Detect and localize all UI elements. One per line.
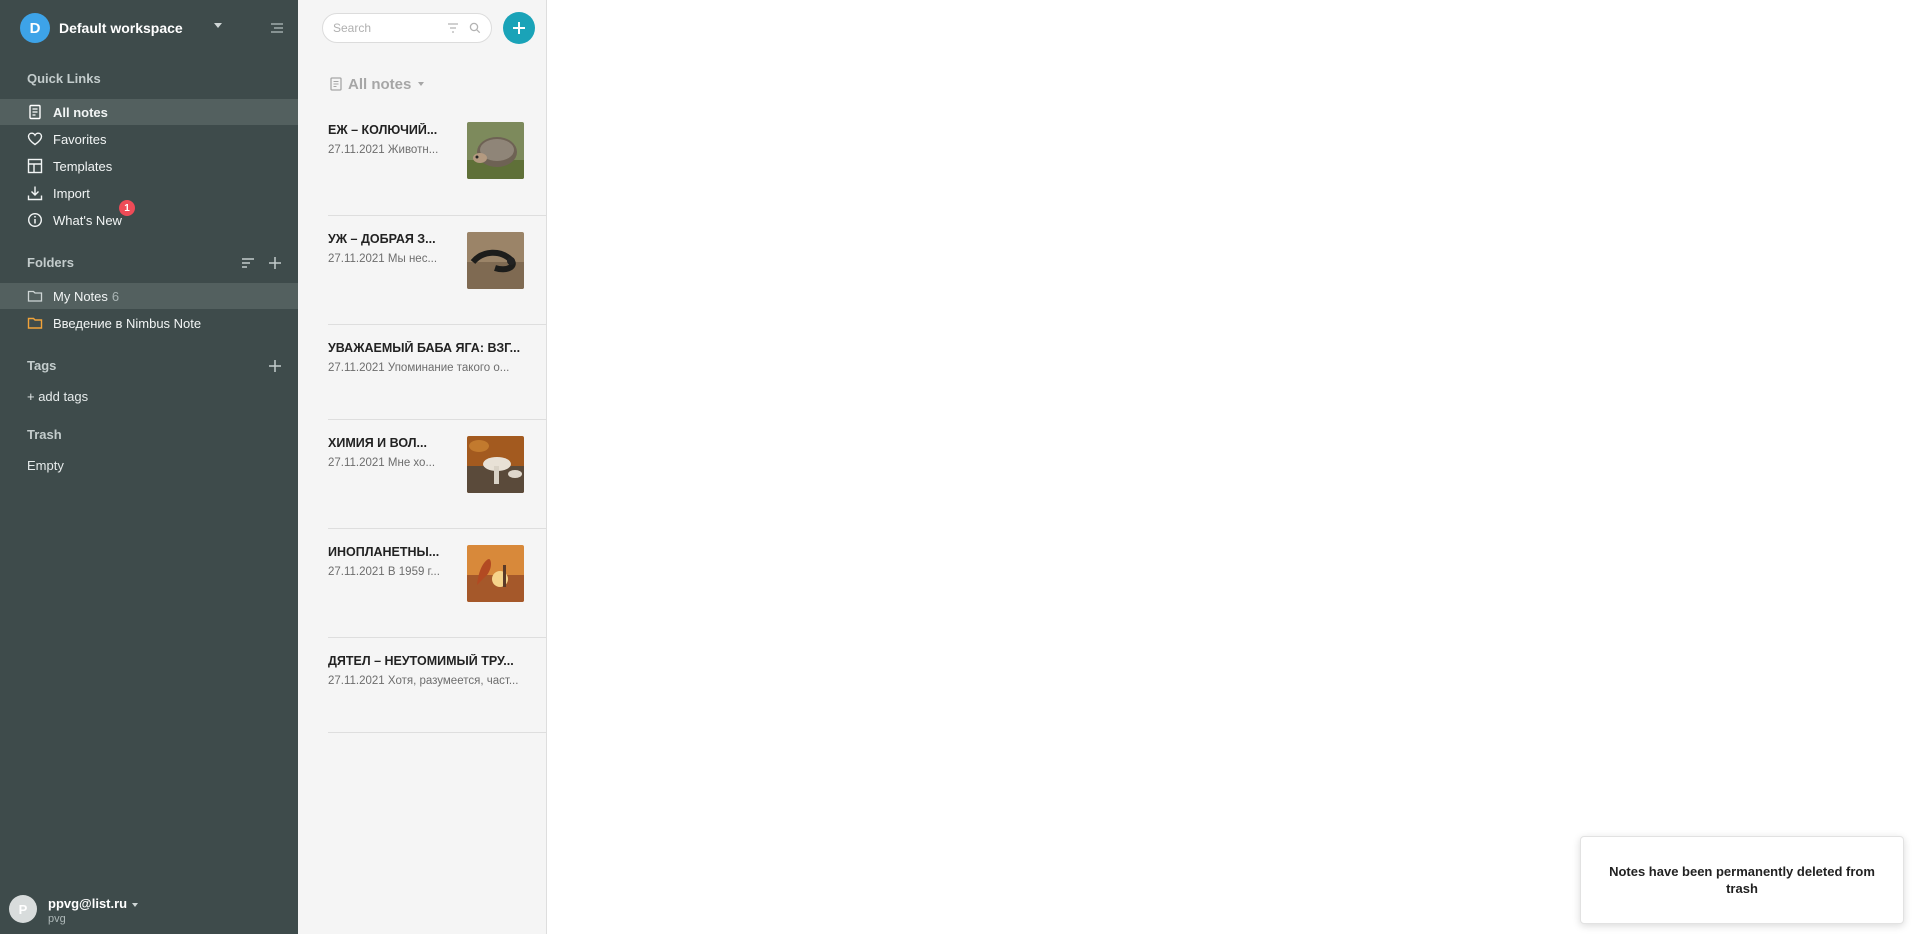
search-box[interactable]: [322, 13, 492, 43]
chevron-down-icon: [214, 23, 222, 28]
heart-icon: [27, 132, 43, 146]
note-title: ДЯТЕЛ – НЕУТОМИМЫЙ ТРУ...: [328, 654, 514, 668]
notes-list-pane: All notes ЕЖ – КОЛЮЧИЙ... 27.11.2021 Жив…: [298, 0, 547, 934]
folder-label: My Notes 6: [53, 289, 120, 304]
search-input[interactable]: [331, 20, 445, 36]
user-account-menu[interactable]: P ppvg@list.ru pvg: [9, 895, 269, 929]
folder-item-nimbus-intro[interactable]: Введение в Nimbus Note: [0, 310, 298, 336]
sidebar: D Default workspace Quick Links All note…: [0, 0, 298, 934]
nav-all-notes[interactable]: All notes: [0, 99, 298, 125]
note-meta: 27.11.2021 Хотя, разумеется, част...: [328, 675, 519, 687]
user-email: ppvg@list.ru: [48, 896, 128, 911]
search-icon[interactable]: [469, 22, 481, 34]
note-item[interactable]: ХИМИЯ И ВОЛ... 27.11.2021 Мне хо...: [328, 436, 546, 529]
chevron-down-icon: [418, 82, 425, 86]
note-title: ХИМИЯ И ВОЛ...: [328, 436, 427, 450]
nav-favorites[interactable]: Favorites: [0, 126, 298, 152]
user-name: pvg: [48, 913, 66, 925]
note-item[interactable]: УВАЖАЕМЫЙ БАБА ЯГА: ВЗГ... 27.11.2021 Уп…: [328, 341, 546, 420]
workspace-avatar: D: [20, 13, 50, 43]
note-title: ИНОПЛАНЕТНЫ...: [328, 545, 440, 559]
folders-title: Folders: [27, 255, 74, 270]
templates-icon: [27, 158, 43, 174]
nav-label: Templates: [53, 159, 113, 174]
toast-notification: Notes have been permanently deleted from…: [1580, 836, 1904, 924]
nav-label: Favorites: [53, 132, 107, 147]
chevron-down-icon: [132, 903, 138, 907]
folder-item-my-notes[interactable]: My Notes 6: [0, 283, 298, 309]
info-icon: [27, 212, 43, 228]
collapse-sidebar-icon[interactable]: [270, 21, 284, 35]
workspace-name: Default workspace: [59, 20, 183, 36]
trash-status: Empty: [27, 458, 64, 473]
folder-icon: [27, 317, 43, 329]
user-avatar: P: [9, 895, 37, 923]
add-folder-icon[interactable]: [268, 256, 282, 270]
notes-icon: [29, 104, 41, 120]
note-thumbnail: [467, 232, 524, 289]
add-tags-link[interactable]: + add tags: [27, 389, 88, 404]
nav-label: Import: [53, 186, 90, 201]
note-title: УВАЖАЕМЫЙ БАБА ЯГА: ВЗГ...: [328, 341, 521, 355]
add-note-button[interactable]: [503, 12, 535, 44]
trash-title[interactable]: Trash: [27, 427, 62, 442]
nav-whats-new[interactable]: What's New: [0, 207, 298, 233]
toast-message: Notes have been permanently deleted from…: [1609, 864, 1875, 896]
note-title: ЕЖ – КОЛЮЧИЙ...: [328, 123, 438, 137]
nav-label: All notes: [53, 105, 108, 120]
whats-new-badge: 1: [119, 200, 135, 216]
note-thumbnail: [467, 122, 524, 179]
quick-links-title: Quick Links: [27, 71, 101, 86]
sort-icon[interactable]: [241, 256, 255, 270]
note-thumbnail: [467, 436, 524, 493]
filter-icon[interactable]: [447, 22, 459, 34]
notes-list-title-label: All notes: [348, 75, 412, 93]
import-icon: [27, 186, 43, 201]
nav-templates[interactable]: Templates: [0, 153, 298, 179]
folder-icon: [27, 290, 43, 302]
note-item[interactable]: ДЯТЕЛ – НЕУТОМИМЫЙ ТРУ... 27.11.2021 Хот…: [328, 654, 546, 733]
notes-icon: [330, 77, 342, 91]
note-meta: 27.11.2021 Животн...: [328, 144, 439, 156]
note-meta: 27.11.2021 Мне хо...: [328, 457, 436, 469]
note-title: УЖ – ДОБРАЯ З...: [328, 232, 436, 246]
note-item[interactable]: ИНОПЛАНЕТНЫ... 27.11.2021 В 1959 г...: [328, 545, 546, 638]
folder-count: 6: [111, 289, 120, 304]
note-meta: 27.11.2021 Упоминание такого о...: [328, 362, 510, 374]
nav-label: What's New: [53, 213, 122, 228]
workspace-switcher[interactable]: D Default workspace: [20, 13, 286, 43]
nav-import[interactable]: Import: [0, 180, 298, 206]
note-item[interactable]: ЕЖ – КОЛЮЧИЙ... 27.11.2021 Животн...: [328, 122, 546, 216]
note-meta: 27.11.2021 Мы нес...: [328, 253, 438, 265]
tags-title: Tags: [27, 358, 57, 373]
note-thumbnail: [467, 545, 524, 602]
notes-list-title[interactable]: All notes: [330, 74, 425, 94]
add-tag-icon[interactable]: [268, 359, 282, 373]
note-item[interactable]: УЖ – ДОБРАЯ З... 27.11.2021 Мы нес...: [328, 232, 546, 325]
note-meta: 27.11.2021 В 1959 г...: [328, 566, 440, 578]
folder-label: Введение в Nimbus Note: [53, 316, 202, 331]
plus-icon: [513, 22, 525, 34]
